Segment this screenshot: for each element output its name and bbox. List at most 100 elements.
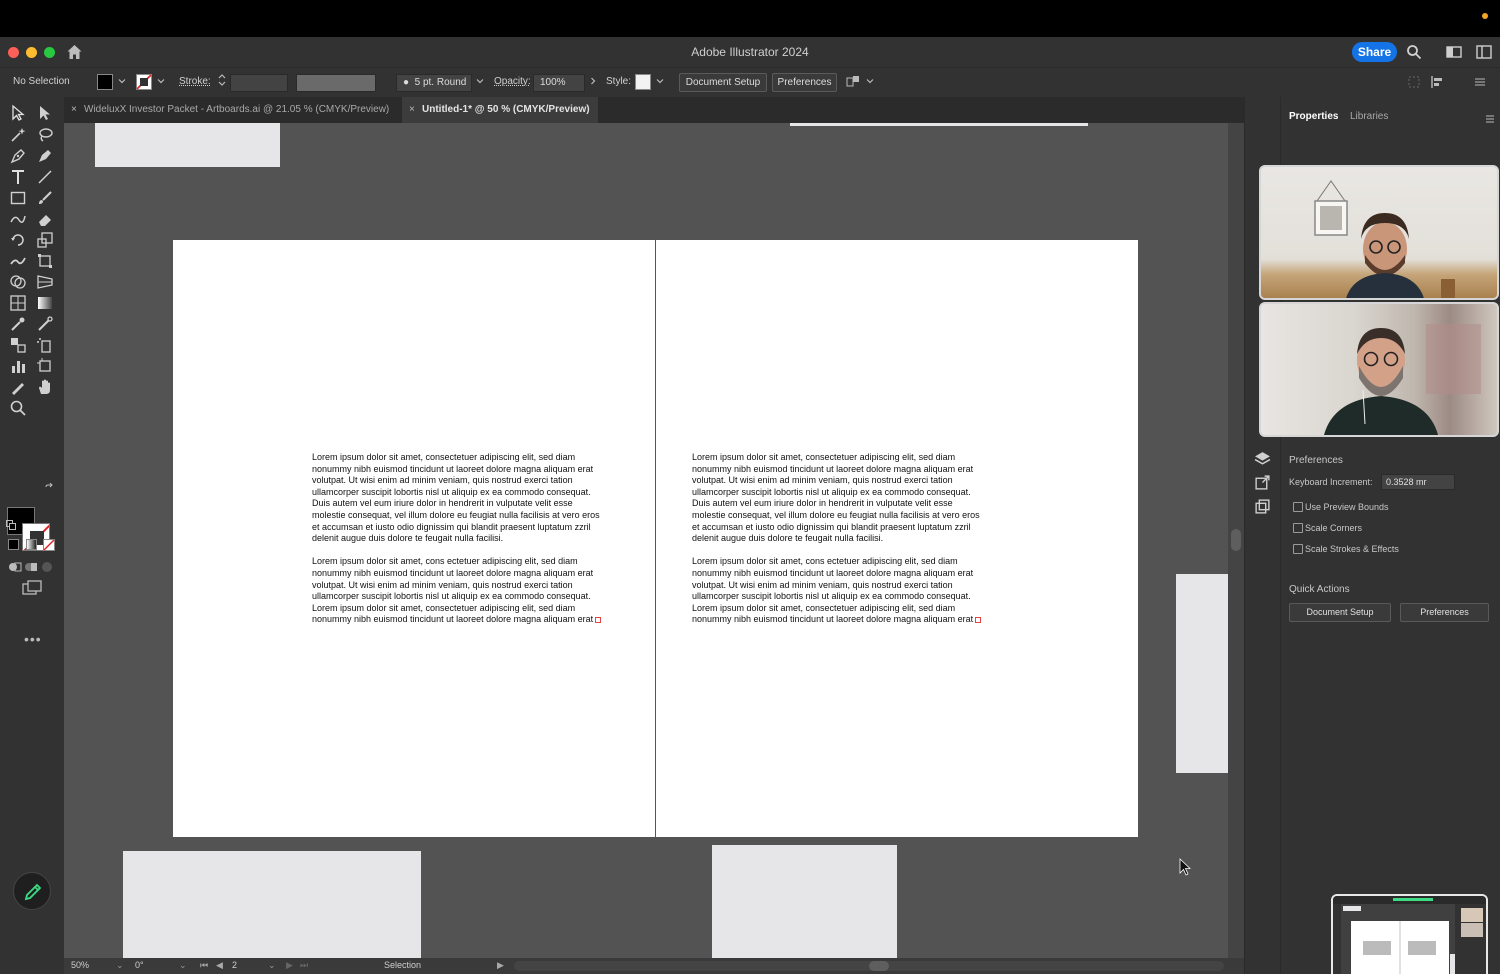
stroke-weight-field[interactable] — [230, 74, 288, 92]
horizontal-scrollbar[interactable] — [514, 961, 1224, 971]
zoom-tool-icon[interactable] — [9, 399, 27, 417]
arrange-documents-icon[interactable] — [1446, 44, 1462, 60]
scale-strokes-effects-checkbox[interactable] — [1293, 544, 1303, 554]
draw-behind-icon[interactable] — [24, 560, 38, 574]
artboard-left[interactable]: Lorem ipsum dolor sit amet, consectetuer… — [173, 240, 655, 837]
line-segment-tool-icon[interactable] — [36, 168, 54, 186]
rotate-tool-icon[interactable] — [9, 231, 27, 249]
close-tab-icon[interactable]: × — [71, 97, 77, 123]
artboard-tool-icon[interactable] — [36, 357, 54, 375]
stroke-weight-stepper-icon[interactable] — [218, 73, 226, 87]
tab-untitled-1[interactable]: × Untitled-1* @ 50 % (CMYK/Preview) — [402, 97, 598, 123]
share-button[interactable]: Share — [1352, 42, 1397, 62]
panel-menu-icon[interactable] — [1485, 114, 1495, 124]
arrange-icon[interactable] — [846, 75, 860, 89]
text-frame[interactable]: Lorem ipsum dolor sit amet, consectetuer… — [692, 452, 982, 626]
gradient-tool-icon[interactable] — [36, 294, 54, 312]
previous-artboard-icon[interactable]: ◀ — [216, 960, 223, 971]
measure-tool-icon[interactable] — [36, 315, 54, 333]
text-frame[interactable]: Lorem ipsum dolor sit amet, consectetuer… — [312, 452, 602, 626]
blend-tool-icon[interactable] — [9, 336, 27, 354]
next-artboard-icon[interactable]: ▶ — [286, 960, 293, 971]
more-tools-icon[interactable]: ••• — [24, 631, 42, 647]
use-preview-bounds-checkbox[interactable] — [1293, 502, 1303, 512]
lasso-tool-icon[interactable] — [36, 126, 54, 144]
stroke-label[interactable]: Stroke: — [179, 76, 211, 87]
quick-preferences-button[interactable]: Preferences — [1400, 603, 1489, 622]
export-asset-icon[interactable] — [1254, 474, 1271, 491]
column-graph-tool-icon[interactable] — [9, 357, 27, 375]
gradient-mode-swatch[interactable] — [26, 539, 37, 550]
tab-wideluxx-investor-packet[interactable]: × WideluxX Investor Packet - Artboards.ai… — [64, 97, 400, 123]
magic-wand-tool-icon[interactable] — [9, 126, 27, 144]
chevron-down-icon[interactable] — [656, 77, 664, 85]
draw-inside-icon[interactable] — [40, 560, 54, 574]
graphic-style-swatch[interactable] — [635, 74, 651, 90]
perspective-grid-tool-icon[interactable] — [36, 273, 54, 291]
direct-selection-tool-icon[interactable] — [36, 104, 54, 122]
variable-width-profile[interactable] — [296, 74, 376, 92]
selection-tool-icon[interactable] — [9, 104, 27, 122]
scrollbar-thumb[interactable] — [1231, 529, 1241, 551]
align-icon[interactable] — [1430, 75, 1444, 89]
artboard-right[interactable]: Lorem ipsum dolor sit amet, consectetuer… — [655, 240, 1138, 837]
chevron-down-icon[interactable] — [157, 77, 165, 85]
opacity-field[interactable]: 100% — [533, 74, 585, 92]
stroke-none-swatch[interactable] — [136, 74, 152, 90]
rectangle-tool-icon[interactable] — [9, 189, 27, 207]
free-transform-tool-icon[interactable] — [36, 252, 54, 270]
chevron-right-icon[interactable] — [589, 77, 597, 85]
panel-menu-icon[interactable] — [1474, 76, 1486, 88]
slice-tool-icon[interactable] — [9, 378, 27, 396]
chevron-down-icon[interactable]: ⌄ — [268, 960, 276, 971]
first-artboard-icon[interactable]: ⏮ — [200, 960, 208, 971]
brush-definition-dropdown[interactable]: ● 5 pt. Round — [396, 74, 472, 92]
last-artboard-icon[interactable]: ⏭ — [300, 960, 308, 971]
preferences-button[interactable]: Preferences — [772, 73, 837, 92]
type-tool-icon[interactable] — [9, 168, 27, 186]
tab-libraries[interactable]: Libraries — [1350, 111, 1388, 122]
default-fill-stroke-icon[interactable] — [6, 520, 16, 530]
text-overflow-icon[interactable] — [975, 616, 982, 623]
shape-builder-tool-icon[interactable] — [9, 273, 27, 291]
quick-document-setup-button[interactable]: Document Setup — [1289, 603, 1391, 622]
artboard-number-field[interactable]: 2 — [232, 960, 237, 970]
color-mode-swatch[interactable] — [8, 539, 19, 550]
fill-color-swatch[interactable] — [97, 74, 113, 90]
swap-fill-stroke-icon[interactable] — [44, 483, 56, 495]
shaper-tool-icon[interactable] — [9, 210, 27, 228]
zoom-level-field[interactable]: 50% — [71, 960, 89, 970]
search-icon[interactable] — [1406, 44, 1422, 60]
chevron-down-icon[interactable] — [866, 77, 874, 85]
mesh-tool-icon[interactable] — [9, 294, 27, 312]
workspace-switcher-icon[interactable] — [1476, 44, 1492, 60]
vertical-scrollbar[interactable] — [1228, 123, 1244, 958]
artboards-panel-icon[interactable] — [1254, 498, 1271, 515]
canvas-area[interactable]: Lorem ipsum dolor sit amet, consectetuer… — [64, 123, 1228, 958]
chevron-down-icon[interactable]: ⌄ — [116, 960, 124, 971]
rotation-field[interactable]: 0° — [135, 960, 144, 970]
isolate-icon[interactable] — [1408, 76, 1420, 88]
text-overflow-icon[interactable] — [595, 616, 602, 623]
curvature-tool-icon[interactable] — [36, 147, 54, 165]
scrollbar-thumb[interactable] — [869, 961, 889, 971]
none-mode-swatch[interactable] — [43, 539, 55, 551]
symbol-sprayer-tool-icon[interactable] — [36, 336, 54, 354]
warp-tool-icon[interactable] — [9, 252, 27, 270]
document-setup-button[interactable]: Document Setup — [679, 73, 767, 92]
keyboard-increment-field[interactable]: 0.3528 mr — [1381, 474, 1455, 490]
eraser-tool-icon[interactable] — [36, 210, 54, 228]
chevron-down-icon[interactable] — [476, 77, 484, 85]
paintbrush-tool-icon[interactable] — [36, 189, 54, 207]
draw-normal-icon[interactable] — [8, 560, 22, 574]
opacity-label[interactable]: Opacity: — [494, 76, 531, 87]
hand-tool-icon[interactable] — [36, 378, 54, 396]
draw-annotation-button[interactable] — [13, 872, 51, 910]
tab-properties[interactable]: Properties — [1289, 111, 1338, 122]
status-menu-arrow-icon[interactable]: ▶ — [497, 960, 504, 971]
pen-tool-icon[interactable] — [9, 147, 27, 165]
chevron-down-icon[interactable]: ⌄ — [179, 960, 187, 971]
eyedropper-tool-icon[interactable] — [9, 315, 27, 333]
close-tab-icon[interactable]: × — [409, 97, 415, 123]
screen-mode-icon[interactable] — [22, 580, 42, 596]
